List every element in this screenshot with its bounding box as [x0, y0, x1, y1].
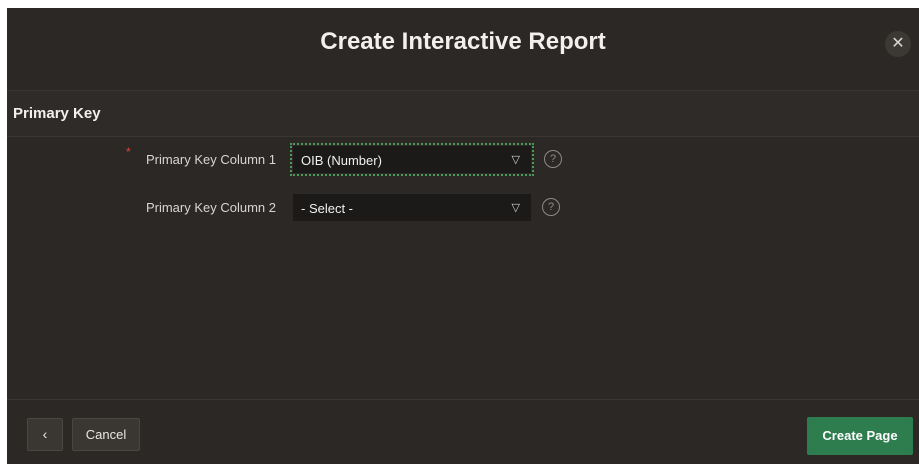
dialog-footer: ‹ Cancel Create Page [7, 399, 919, 464]
create-interactive-report-dialog: Create Interactive Report ✕ Primary Key … [7, 8, 919, 464]
primary-key-column-1-select[interactable]: OIB (Number) ▽ [290, 143, 534, 176]
create-page-button[interactable]: Create Page [807, 417, 913, 455]
primary-key-column-2-select[interactable]: - Select - ▽ [293, 194, 531, 221]
previous-button[interactable]: ‹ [27, 418, 63, 451]
primary-key-column-1-row: * Primary Key Column 1 OIB (Number) ▽ ? [7, 143, 919, 176]
primary-key-column-2-label: Primary Key Column 2 [145, 200, 276, 215]
close-button[interactable]: ✕ [885, 31, 911, 57]
section-title: Primary Key [13, 105, 101, 122]
close-icon: ✕ [891, 35, 905, 52]
primary-key-column-2-row: Primary Key Column 2 - Select - ▽ ? [7, 192, 919, 222]
dialog-header: Create Interactive Report ✕ [7, 8, 919, 91]
required-indicator: * [126, 145, 131, 159]
help-icon[interactable]: ? [542, 198, 560, 216]
chevron-down-icon: ▽ [511, 154, 520, 166]
primary-key-column-1-value: OIB (Number) [301, 153, 382, 168]
primary-key-column-1-label: Primary Key Column 1 [145, 152, 276, 167]
chevron-down-icon: ▽ [511, 202, 520, 214]
dialog-title: Create Interactive Report [320, 28, 606, 55]
cancel-button[interactable]: Cancel [72, 418, 140, 451]
primary-key-column-2-value: - Select - [301, 201, 354, 216]
chevron-left-icon: ‹ [42, 426, 48, 442]
help-icon[interactable]: ? [544, 150, 562, 168]
section-header: Primary Key [7, 91, 919, 137]
